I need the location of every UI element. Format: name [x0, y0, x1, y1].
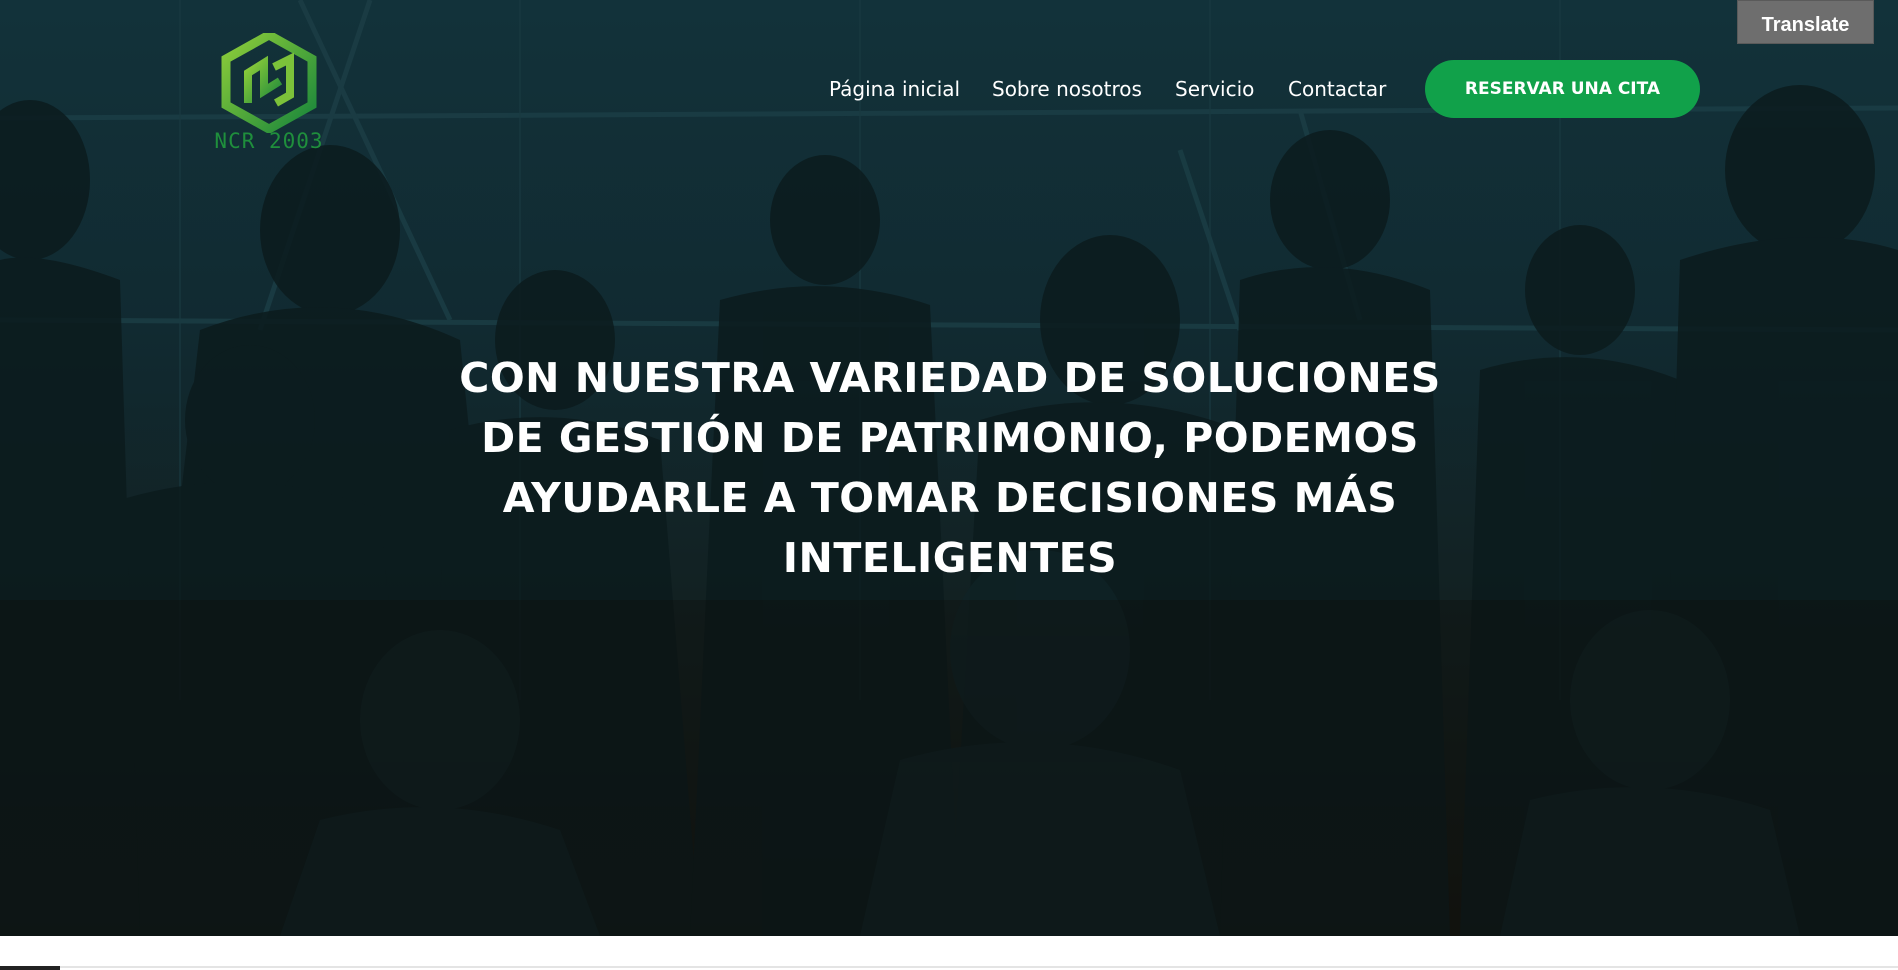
hero-section: NCR 2003 Página inicial Sobre nosotros S…	[0, 0, 1898, 936]
logo-text: NCR 2003	[214, 129, 324, 153]
logo-hexagon-icon	[221, 29, 317, 135]
translate-button[interactable]: Translate	[1737, 0, 1874, 44]
next-section-strip	[0, 936, 1898, 970]
divider	[0, 966, 1898, 968]
hero-headline: CON NUESTRA VARIEDAD DE SOLUCIONES DE GE…	[430, 348, 1470, 588]
nav-item-about[interactable]: Sobre nosotros	[992, 74, 1142, 104]
hero-headline-line: AYUDARLE A TOMAR DECISIONES MÁS	[502, 474, 1398, 522]
logo[interactable]: NCR 2003	[214, 29, 324, 155]
nav-item-contact[interactable]: Contactar	[1288, 74, 1386, 104]
book-appointment-button[interactable]: RESERVAR UNA CITA	[1425, 60, 1700, 118]
divider-accent	[0, 966, 60, 970]
nav-item-home[interactable]: Página inicial	[829, 74, 960, 104]
hero-headline-line: DE GESTIÓN DE PATRIMONIO, PODEMOS	[481, 414, 1419, 462]
hero-headline-line: INTELIGENTES	[782, 534, 1118, 582]
hero-headline-line: CON NUESTRA VARIEDAD DE SOLUCIONES	[459, 354, 1441, 402]
nav-item-service[interactable]: Servicio	[1175, 74, 1254, 104]
